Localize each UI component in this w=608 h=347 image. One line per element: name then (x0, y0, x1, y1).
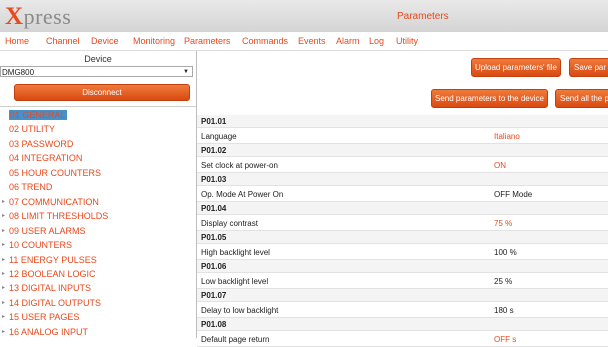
param-header-row: P01.06 (197, 260, 608, 273)
xpress-logo: Xpress (5, 3, 71, 31)
param-code: P01.03 (201, 175, 227, 184)
param-description: Set clock at power-on (201, 161, 278, 170)
param-value-row: Delay to low backlight 180 s (197, 302, 608, 318)
upload-parameters-button[interactable]: Upload parameters' file (471, 58, 561, 77)
chevron-down-icon: ▼ (183, 69, 189, 75)
param-header-row: P01.04 (197, 202, 608, 215)
menu-item-home[interactable]: Home (5, 36, 29, 46)
triangle-right-icon[interactable]: ▸ (2, 227, 5, 234)
param-value-row: Default page return OFF s (197, 331, 608, 347)
save-parameters-button[interactable]: Save par (569, 58, 608, 77)
tree-item-label: 13 DIGITAL INPUTS (9, 283, 92, 294)
param-value-row: Op. Mode At Power On OFF Mode (197, 186, 608, 202)
tree-item-label: 12 BOOLEAN LOGIC (9, 268, 96, 279)
disconnect-button[interactable]: Disconnect (14, 84, 190, 101)
menu-item-utility[interactable]: Utility (396, 36, 418, 46)
param-header-row: P01.02 (197, 144, 608, 157)
main-menu: Home Channel Device Monitoring Parameters Com… (0, 32, 608, 51)
param-value-row: Set clock at power-on ON (197, 157, 608, 173)
tree-item-label: 02 UTILITY (9, 124, 56, 135)
tree-item-label: 09 USER ALARMS (9, 225, 86, 236)
param-description: Default page return (201, 335, 270, 344)
triangle-right-icon[interactable]: ▸ (2, 313, 5, 320)
param-header-row: P01.03 (197, 173, 608, 186)
param-header-row: P01.07 (197, 289, 608, 302)
tree-item-label: 11 ENERGY PULSES (9, 254, 97, 265)
send-all-parameters-button[interactable]: Send all the p (555, 89, 608, 108)
triangle-right-icon[interactable]: ▸ (2, 284, 5, 291)
menu-item-log[interactable]: Log (369, 36, 384, 46)
param-header-row: P01.01 (197, 115, 608, 128)
logo-text: press (23, 4, 72, 29)
triangle-right-icon[interactable]: ▸ (2, 241, 5, 248)
param-description: Delay to low backlight (201, 306, 279, 315)
param-value: 25 % (494, 277, 513, 286)
triangle-right-icon[interactable]: ▸ (2, 270, 5, 277)
param-code: P01.05 (201, 233, 227, 242)
device-select-value: DMG800 (2, 68, 35, 77)
param-code: P01.02 (201, 146, 227, 155)
tree-item-label: 03 PASSWORD (9, 138, 74, 149)
param-description: Low backlight level (201, 277, 269, 286)
menu-item-commands[interactable]: Commands (242, 36, 288, 46)
title-bar: Xpress Parameters (0, 0, 608, 33)
triangle-right-icon[interactable]: ▸ (2, 212, 5, 219)
param-value-row: High backlight level 100 % (197, 244, 608, 260)
param-description: High backlight level (201, 248, 270, 257)
param-value[interactable]: 75 % (494, 219, 512, 228)
param-code: P01.04 (201, 204, 227, 213)
divider (0, 106, 196, 107)
param-description: Language (201, 132, 237, 141)
tree-item-label: 04 INTEGRATION (9, 153, 83, 164)
device-label: Device (84, 54, 112, 64)
param-value: 180 s (494, 306, 514, 315)
tree-item-label: 07 COMMUNICATION (9, 196, 99, 207)
logo-x: X (5, 3, 24, 30)
param-code: P01.08 (201, 320, 227, 329)
send-parameters-button[interactable]: Send parameters to the device (431, 89, 548, 108)
param-header-row: P01.08 (197, 318, 608, 331)
tree-item-label: 01 GENERAL (9, 110, 67, 120)
tree-item-label: 08 LIMIT THRESHOLDS (9, 211, 109, 222)
param-code: P01.06 (201, 262, 227, 271)
param-value: OFF Mode (494, 190, 533, 199)
tree-item-label: 05 HOUR COUNTERS (9, 167, 102, 178)
param-value: 100 % (494, 248, 517, 257)
param-header-row: P01.05 (197, 231, 608, 244)
param-value-row: Low backlight level 25 % (197, 273, 608, 289)
tree-item-label: 15 USER PAGES (9, 312, 80, 323)
menu-item-monitoring[interactable]: Monitoring (133, 36, 175, 46)
triangle-right-icon[interactable]: ▸ (2, 198, 5, 205)
tree-item-label: 16 ANALOG INPUT (9, 326, 89, 337)
param-code: P01.01 (201, 117, 227, 126)
param-value-row: Language Italiano (197, 128, 608, 144)
param-value[interactable]: OFF s (494, 335, 516, 344)
menu-item-channel[interactable]: Channel (46, 36, 80, 46)
device-select[interactable]: DMG800 ▼ (0, 66, 193, 77)
param-description: Op. Mode At Power On (201, 190, 284, 199)
menu-item-parameters[interactable]: Parameters (184, 36, 231, 46)
menu-item-alarm[interactable]: Alarm (336, 36, 360, 46)
param-code: P01.07 (201, 291, 227, 300)
menu-item-events[interactable]: Events (298, 36, 326, 46)
tree-item-label: 10 COUNTERS (9, 240, 73, 251)
triangle-right-icon[interactable]: ▸ (2, 256, 5, 263)
menu-item-device[interactable]: Device (91, 36, 119, 46)
tree-item-label: 14 DIGITAL OUTPUTS (9, 297, 102, 308)
triangle-right-icon[interactable]: ▸ (2, 299, 5, 306)
param-value[interactable]: ON (494, 161, 506, 170)
page-title: Parameters (397, 11, 449, 22)
param-value[interactable]: Italiano (494, 132, 520, 141)
tree-item-label: 06 TREND (9, 182, 53, 193)
param-value-row: Display contrast 75 % (197, 215, 608, 231)
param-description: Display contrast (201, 219, 258, 228)
triangle-right-icon[interactable]: ▸ (2, 328, 5, 335)
